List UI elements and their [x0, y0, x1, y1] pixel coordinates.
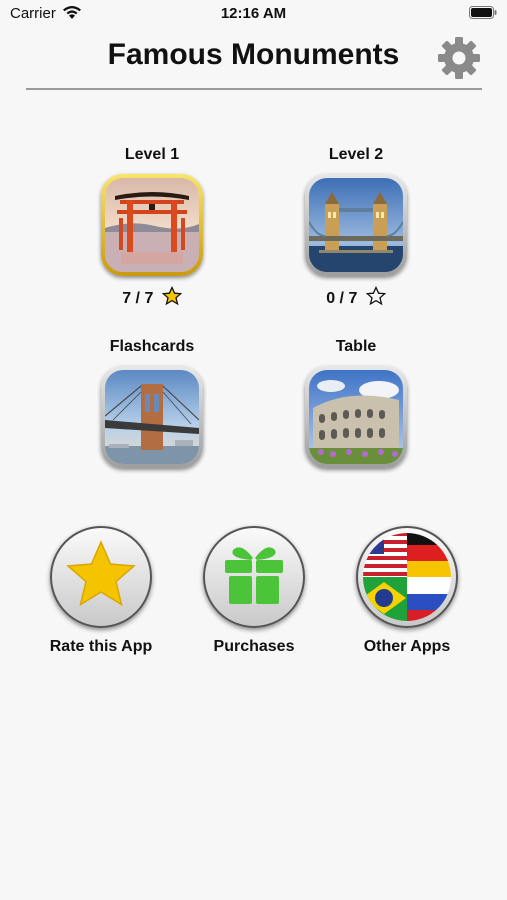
colosseum-image[interactable]	[305, 366, 407, 468]
rate-app-label: Rate this App	[49, 638, 153, 655]
rate-app-icon-circle[interactable]	[50, 526, 152, 628]
filled-star-icon	[161, 286, 182, 306]
table-tile[interactable]: Table	[266, 337, 446, 468]
flashcards-tile[interactable]: Flashcards	[62, 337, 242, 468]
purchases-button[interactable]: Purchases	[179, 526, 329, 656]
other-apps-button[interactable]: Other Apps	[332, 526, 482, 656]
level-1-score-text: 7 / 7	[122, 290, 154, 307]
page-title: Famous Monuments	[107, 38, 400, 71]
brooklyn-bridge-image[interactable]	[101, 366, 203, 468]
status-bar: Carrier 12:16 AM	[0, 0, 507, 28]
level-1-label: Level 1	[124, 146, 180, 163]
clock: 12:16 AM	[220, 5, 287, 22]
level-2-tile[interactable]: Level 2 0 / 7	[266, 145, 446, 308]
table-label: Table	[335, 338, 377, 355]
rate-app-button[interactable]: Rate this App	[26, 526, 176, 656]
battery-icon	[469, 6, 497, 19]
level-1-tile[interactable]: Level 1 7 / 7	[62, 145, 242, 308]
level-2-score-text: 0 / 7	[326, 290, 358, 307]
other-apps-icon-circle[interactable]	[356, 526, 458, 628]
level-2-score: 0 / 7	[266, 286, 446, 308]
flashcards-label: Flashcards	[109, 338, 195, 355]
purchases-label: Purchases	[213, 638, 295, 655]
header-divider	[26, 88, 482, 90]
gear-icon[interactable]	[437, 36, 481, 80]
empty-star-icon	[365, 286, 386, 306]
torii-gate-image[interactable]	[101, 174, 203, 276]
tower-bridge-image[interactable]	[305, 174, 407, 276]
level-1-score: 7 / 7	[62, 286, 242, 308]
other-apps-label: Other Apps	[363, 638, 451, 655]
purchases-icon-circle[interactable]	[203, 526, 305, 628]
level-2-label: Level 2	[328, 146, 384, 163]
flags-icon	[363, 533, 451, 621]
star-icon	[66, 540, 136, 607]
gift-icon	[225, 547, 283, 604]
